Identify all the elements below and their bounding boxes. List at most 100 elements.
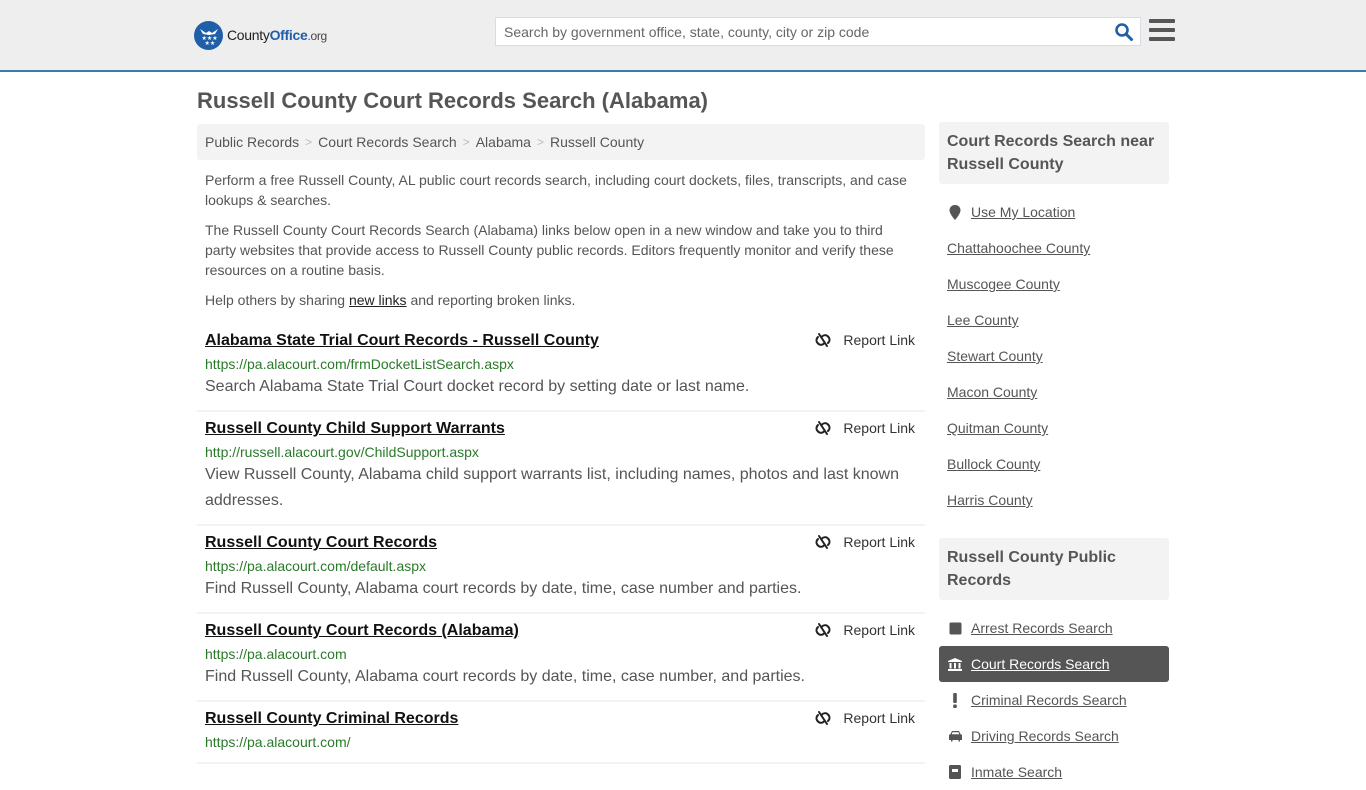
nearby-county-link[interactable]: Quitman County: [947, 420, 1048, 436]
svg-text:★★: ★★: [204, 40, 215, 46]
nearby-county-item: Lee County: [947, 302, 1161, 338]
result-title-link[interactable]: Russell County Child Support Warrants: [205, 418, 505, 440]
result-item: Russell County Court Records (Alabama) h…: [197, 614, 925, 702]
breadcrumb-separator: >: [536, 135, 544, 149]
broken-link-icon: [815, 535, 831, 549]
intro-paragraph-2: The Russell County Court Records Search …: [205, 222, 894, 278]
nearby-county-link[interactable]: Muscogee County: [947, 276, 1060, 292]
map-marker-icon: [947, 204, 963, 220]
exclamation-icon: [947, 692, 963, 708]
report-link-button[interactable]: Report Link: [815, 420, 915, 436]
public-record-item[interactable]: Inmate Search: [947, 754, 1161, 790]
report-link-button[interactable]: Report Link: [815, 622, 915, 638]
top-bar: ★★★ ★★ CountyOffice.org: [0, 0, 1366, 72]
result-item: Russell County Criminal Records https://…: [197, 702, 925, 764]
public-record-item[interactable]: Arrest Records Search: [947, 610, 1161, 646]
nearby-county-link[interactable]: Bullock County: [947, 456, 1040, 472]
nearby-county-item: Harris County: [947, 482, 1161, 518]
page-title: Russell County Court Records Search (Ala…: [197, 88, 709, 113]
public-record-link[interactable]: Court Records Search: [971, 656, 1110, 672]
nearby-county-item: Bullock County: [947, 446, 1161, 482]
search-input[interactable]: [496, 18, 1096, 45]
result-title-link[interactable]: Russell County Court Records (Alabama): [205, 620, 519, 642]
breadcrumb-alabama[interactable]: Alabama: [476, 134, 531, 150]
result-item: Russell County Court Records https://pa.…: [197, 526, 925, 614]
result-description: Find Russell County, Alabama court recor…: [205, 668, 805, 685]
result-description: View Russell County, Alabama child suppo…: [205, 466, 899, 509]
site-logo[interactable]: ★★★ ★★ CountyOffice.org: [194, 20, 327, 50]
breadcrumb: Public Records > Court Records Search > …: [197, 124, 925, 160]
result-url: https://pa.alacourt.com/default.aspx: [205, 558, 427, 574]
menu-line: [1149, 28, 1175, 32]
search-button[interactable]: [1114, 22, 1134, 42]
public-record-link[interactable]: Criminal Records Search: [971, 692, 1127, 708]
broken-link-icon: [815, 711, 831, 725]
report-link-label: Report Link: [843, 622, 915, 638]
public-record-item[interactable]: Criminal Records Search: [947, 682, 1161, 718]
results-list: Alabama State Trial Court Records - Russ…: [197, 324, 925, 764]
report-link-button[interactable]: Report Link: [815, 332, 915, 348]
menu-line: [1149, 37, 1175, 41]
nearby-heading: Court Records Search near Russell County: [939, 122, 1169, 184]
menu-line: [1149, 19, 1175, 23]
nearby-county-item: Muscogee County: [947, 266, 1161, 302]
intro-text: Perform a free Russell County, AL public…: [197, 170, 925, 310]
report-link-button[interactable]: Report Link: [815, 534, 915, 550]
public-records-list: Arrest Records Search Court Records Searc…: [939, 610, 1169, 790]
use-my-location-link[interactable]: Use My Location: [971, 204, 1075, 220]
broken-link-icon: [815, 333, 831, 347]
result-title-link[interactable]: Russell County Criminal Records: [205, 708, 458, 730]
result-item: Alabama State Trial Court Records - Russ…: [197, 324, 925, 412]
public-record-link[interactable]: Inmate Search: [971, 764, 1062, 780]
result-title-link[interactable]: Alabama State Trial Court Records - Russ…: [205, 330, 599, 352]
courthouse-icon: [947, 657, 963, 671]
nearby-county-link[interactable]: Chattahoochee County: [947, 240, 1090, 256]
result-url: http://russell.alacourt.gov/ChildSupport…: [205, 444, 479, 460]
intro-paragraph-1: Perform a free Russell County, AL public…: [205, 172, 907, 208]
result-description: Search Alabama State Trial Court docket …: [205, 378, 750, 395]
result-url: https://pa.alacourt.com: [205, 646, 347, 662]
breadcrumb-separator: >: [462, 135, 470, 149]
breadcrumb-public-records[interactable]: Public Records: [205, 134, 299, 150]
public-record-link[interactable]: Driving Records Search: [971, 728, 1119, 744]
search-box: [495, 17, 1141, 46]
eagle-logo-icon: ★★★ ★★: [194, 20, 223, 50]
nearby-county-item: Stewart County: [947, 338, 1161, 374]
breadcrumb-russell-county[interactable]: Russell County: [550, 134, 644, 150]
report-link-label: Report Link: [843, 710, 915, 726]
broken-link-icon: [815, 421, 831, 435]
result-url: https://pa.alacourt.com/: [205, 734, 351, 750]
result-item: Russell County Child Support Warrants ht…: [197, 412, 925, 526]
result-url: https://pa.alacourt.com/frmDocketListSea…: [205, 356, 514, 372]
report-link-label: Report Link: [843, 332, 915, 348]
result-title-link[interactable]: Russell County Court Records: [205, 532, 437, 554]
report-link-button[interactable]: Report Link: [815, 710, 915, 726]
nearby-county-link[interactable]: Macon County: [947, 384, 1037, 400]
public-record-item[interactable]: Driving Records Search: [947, 718, 1161, 754]
car-icon: [947, 730, 963, 742]
main-content: Public Records > Court Records Search > …: [197, 124, 925, 764]
logo-text: CountyOffice.org: [227, 27, 327, 43]
breadcrumb-separator: >: [305, 135, 313, 149]
nearby-county-link[interactable]: Lee County: [947, 312, 1019, 328]
nearby-county-item: Chattahoochee County: [947, 230, 1161, 266]
nearby-list: Use My Location Chattahoochee County Musc…: [939, 194, 1169, 518]
public-record-item-active[interactable]: Court Records Search: [939, 646, 1169, 682]
report-link-label: Report Link: [843, 420, 915, 436]
report-link-label: Report Link: [843, 534, 915, 550]
broken-link-icon: [815, 623, 831, 637]
new-links-link[interactable]: new links: [349, 292, 407, 308]
sidebar: Court Records Search near Russell County…: [939, 122, 1169, 790]
inmate-icon: [947, 765, 963, 779]
breadcrumb-court-records-search[interactable]: Court Records Search: [318, 134, 457, 150]
public-records-heading: Russell County Public Records: [939, 538, 1169, 600]
intro-paragraph-3: Help others by sharing new links and rep…: [205, 292, 576, 308]
search-icon: [1115, 23, 1133, 41]
public-record-link[interactable]: Arrest Records Search: [971, 620, 1113, 636]
nearby-county-item: Quitman County: [947, 410, 1161, 446]
hamburger-menu-button[interactable]: [1149, 19, 1175, 43]
use-my-location-item: Use My Location: [947, 194, 1161, 230]
nearby-county-link[interactable]: Stewart County: [947, 348, 1043, 364]
nearby-county-link[interactable]: Harris County: [947, 492, 1033, 508]
nearby-county-item: Macon County: [947, 374, 1161, 410]
